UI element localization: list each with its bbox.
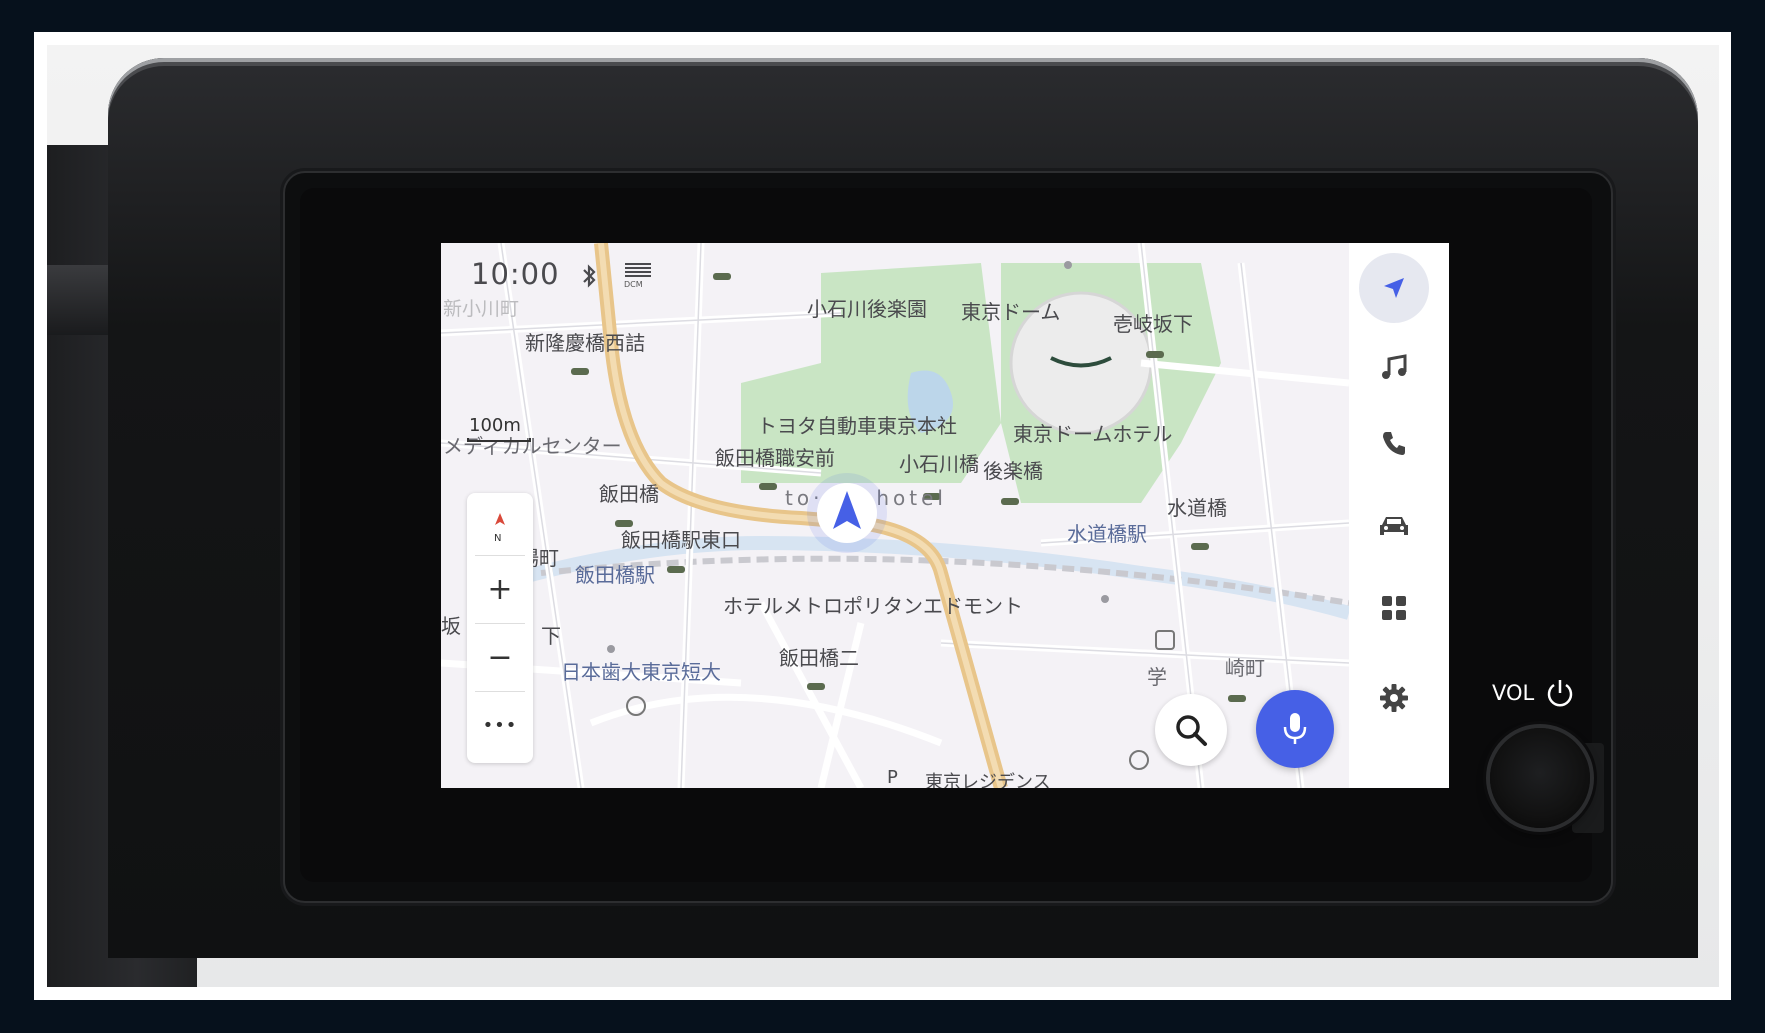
vol-label: VOL	[1492, 681, 1535, 705]
gear-icon	[1380, 684, 1408, 712]
map-label: 東京レジデンス	[925, 772, 1051, 788]
map-scale-bar	[467, 438, 531, 442]
infotainment-screen: 新小川町 新隆慶橋西詰 小石川後楽園 東京ドーム 壱岐坂下 トヨタ自動車東京本社…	[441, 243, 1449, 788]
map-label: 水道橋	[1167, 496, 1227, 520]
search-icon	[1176, 715, 1207, 746]
apps-grid-icon	[1382, 596, 1406, 620]
map-label: 飯田橋駅東口	[621, 528, 741, 552]
map-label: 学	[1147, 665, 1167, 689]
navigation-arrow-icon	[1384, 278, 1404, 298]
map-label: 東京ドームホテル	[1013, 422, 1172, 446]
map-label: 後楽橋	[983, 459, 1043, 483]
dcm-label: DCM	[624, 280, 643, 289]
map-label: 水道橋駅	[1067, 522, 1147, 546]
rail-settings-button[interactable]	[1359, 663, 1429, 733]
map-label: トヨタ自動車東京本社	[757, 414, 957, 438]
map-label: 新小川町	[443, 298, 519, 320]
more-options-button[interactable]: •••	[467, 695, 533, 755]
rail-navigation-button[interactable]	[1359, 253, 1429, 323]
phone-icon	[1383, 432, 1405, 455]
map-label: 飯田橋	[599, 482, 659, 506]
map-label: ホテルメトロポリタンエドモント	[723, 594, 1023, 618]
zoom-out-button[interactable]: −	[467, 627, 533, 687]
rail-apps-button[interactable]	[1359, 573, 1429, 643]
dcm-signal-icon	[625, 263, 651, 277]
map-label: 小石川橋	[899, 452, 979, 476]
map-scale-label: 100m	[469, 415, 521, 436]
map-label: 新隆慶橋西詰	[525, 331, 645, 355]
map-label: 飯田橋二	[779, 646, 859, 670]
map-label: P	[887, 767, 898, 788]
side-rail	[1349, 243, 1449, 788]
bluetooth-icon	[583, 264, 596, 288]
volume-power-knob[interactable]	[1490, 728, 1590, 828]
map-label: 小石川後楽園	[807, 297, 927, 321]
map-label: 飯田橋駅	[575, 563, 655, 587]
map-label: 壱岐坂下	[1113, 312, 1193, 336]
compass-north-label: N	[494, 533, 502, 544]
map-label: 東京ドーム	[961, 300, 1060, 324]
rail-music-button[interactable]	[1359, 333, 1429, 403]
map-label: 坂	[441, 614, 461, 638]
car-icon	[1380, 517, 1408, 535]
compass-button[interactable]	[467, 493, 533, 553]
zoom-in-button[interactable]: +	[467, 559, 533, 619]
map-control-panel: N + − •••	[467, 493, 533, 763]
rail-phone-button[interactable]	[1359, 408, 1429, 478]
microphone-icon	[1283, 713, 1307, 744]
map-label: 日本歯大東京短大	[561, 660, 721, 684]
map-label: 飯田橋職安前	[715, 446, 835, 470]
status-clock: 10:00	[471, 257, 560, 291]
search-button[interactable]	[1155, 694, 1227, 766]
map-label: 下	[541, 624, 561, 648]
power-icon	[1547, 680, 1573, 707]
map-label: 崎町	[1225, 656, 1265, 680]
rail-vehicle-button[interactable]	[1359, 491, 1429, 561]
voice-button[interactable]	[1256, 690, 1334, 768]
music-note-icon	[1382, 354, 1407, 379]
compass-icon	[495, 513, 505, 525]
